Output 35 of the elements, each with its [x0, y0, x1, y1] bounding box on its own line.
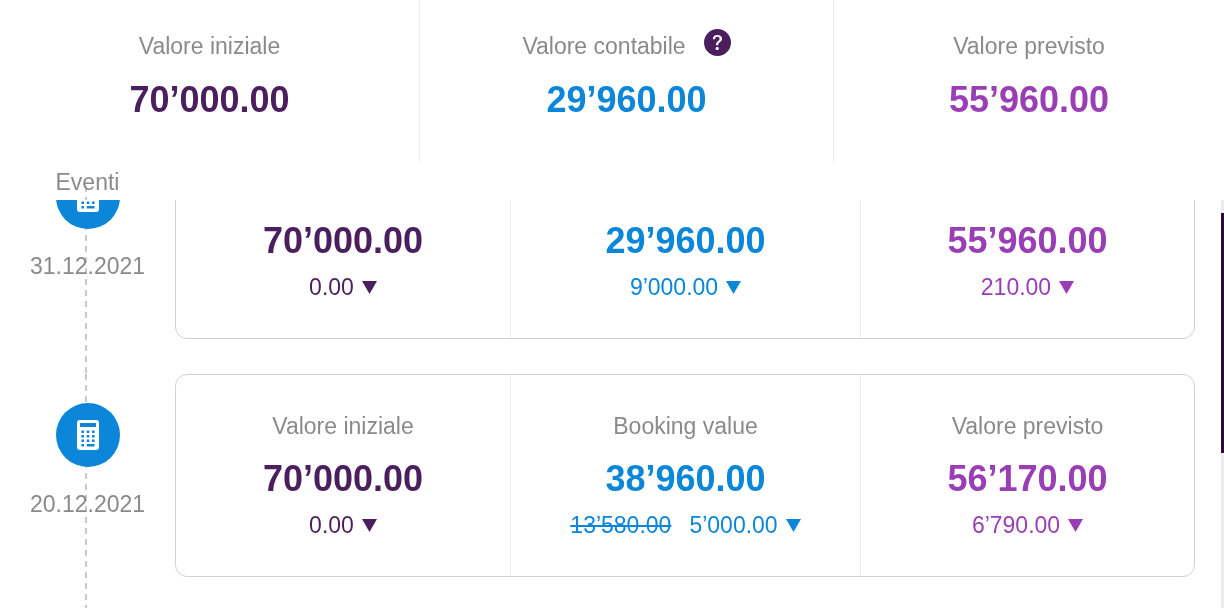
metric-label: Booking value [613, 412, 758, 440]
metric-value: 70’000.00 [262, 457, 424, 501]
summary-label: Valore iniziale [138, 32, 281, 60]
scrollbar-track[interactable] [1221, 200, 1224, 608]
change-amount: 5’000.00 [689, 511, 778, 539]
previous-change: 13’580.00 [570, 511, 672, 539]
help-icon[interactable] [703, 28, 731, 56]
change-amount: 0.00 [309, 273, 354, 301]
down-triangle-icon [785, 518, 801, 532]
summary-label: Valore contabile [522, 32, 686, 60]
metric-value: 56’170.00 [947, 457, 1108, 501]
summary-value: 70’000.00 [129, 78, 290, 122]
change-amount: 0.00 [309, 511, 354, 539]
summary-value: 29’960.00 [546, 78, 707, 122]
change-amount: 9’000.00 [629, 273, 719, 301]
down-triangle-icon [726, 280, 742, 294]
change-amount: 6’790.00 [971, 511, 1061, 539]
event-date: 31.12.2021 [29, 252, 146, 280]
metric-value: 38’960.00 [605, 457, 766, 501]
down-triangle-icon [361, 518, 377, 532]
change-amount: 210.00 [980, 273, 1052, 301]
metric-label: Valore previsto [951, 412, 1104, 440]
event-date: 20.12.2021 [29, 490, 146, 518]
down-triangle-icon [361, 280, 377, 294]
metric-value: 70’000.00 [262, 219, 424, 263]
scrollbar-thumb[interactable] [1221, 213, 1224, 453]
calculator-icon [55, 403, 120, 467]
metric-label: Valore iniziale [272, 412, 414, 440]
metric-value: 55’960.00 [947, 219, 1108, 263]
down-triangle-icon [1068, 518, 1084, 532]
summary-label: Valore previsto [953, 32, 1105, 60]
summary-value: 55’960.00 [948, 78, 1110, 122]
events-heading: Eventi [55, 168, 120, 196]
metric-value: 29’960.00 [605, 219, 766, 263]
down-triangle-icon [1059, 280, 1075, 294]
